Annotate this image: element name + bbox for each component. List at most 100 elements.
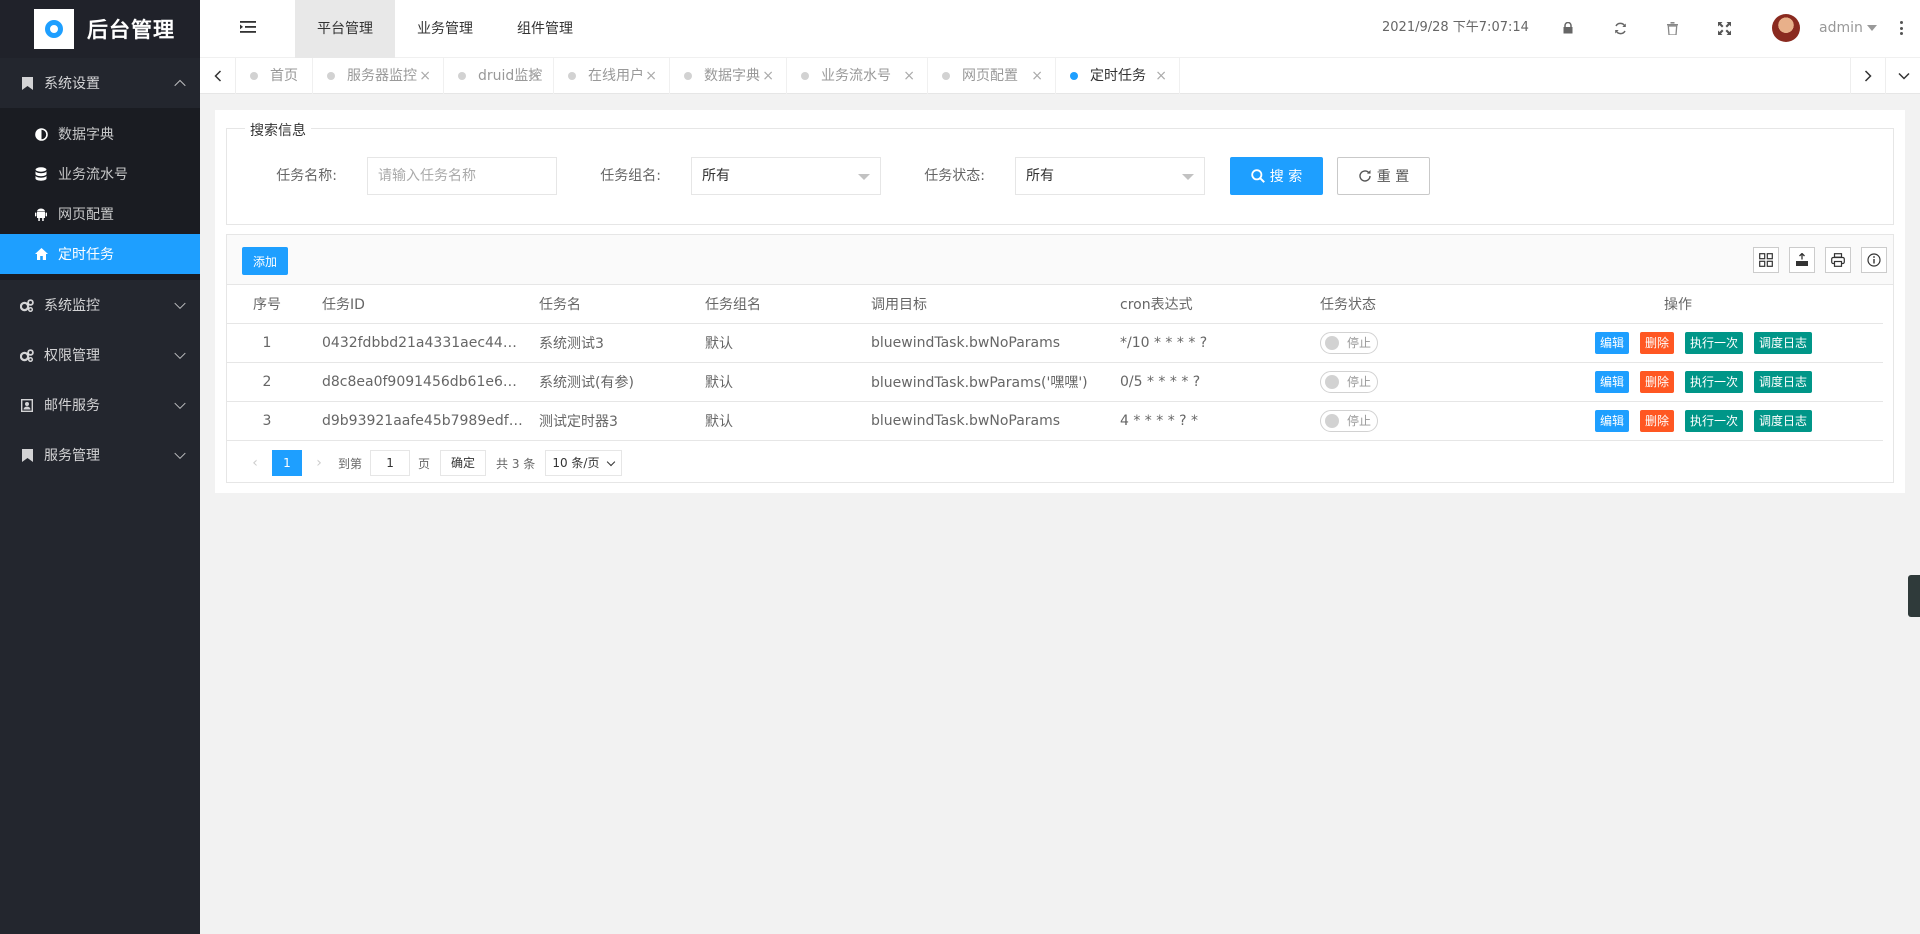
next-page-icon[interactable]: › xyxy=(306,450,332,476)
page-unit-label: 页 xyxy=(418,456,431,471)
status-toggle-label: 停止 xyxy=(1347,374,1372,389)
run-once-button[interactable]: 执行一次 xyxy=(1685,409,1744,432)
edit-button[interactable]: 编辑 xyxy=(1595,409,1630,432)
sidebar-group-mail-service[interactable]: 邮件服务 xyxy=(0,380,200,430)
tab-server-monitor[interactable]: 服务器监控 × xyxy=(313,58,444,94)
fullscreen-icon[interactable] xyxy=(1716,20,1732,36)
table-toolbar: 添加 xyxy=(227,235,1893,285)
task-group-select[interactable]: 所有 xyxy=(691,157,881,195)
export-icon[interactable] xyxy=(1789,247,1815,273)
sidebar-item-scheduled-tasks[interactable]: 定时任务 xyxy=(0,234,200,274)
user-name[interactable]: admin xyxy=(1819,0,1863,56)
status-toggle-label: 停止 xyxy=(1347,413,1372,428)
actions-cell: 编辑 删除 执行一次 调度日志 xyxy=(1473,362,1883,402)
caret-down-icon[interactable] xyxy=(1867,25,1877,31)
column-header: 任务ID xyxy=(307,285,524,324)
sidebar-group-service-management[interactable]: 服务管理 xyxy=(0,430,200,480)
table-cell: 默认 xyxy=(690,323,856,363)
task-name-input[interactable]: 请输入任务名称 xyxy=(367,157,557,195)
tab-home[interactable]: 首页 xyxy=(236,58,313,94)
info-icon[interactable] xyxy=(1861,247,1887,273)
table-cell: 系统测试3 xyxy=(524,323,690,363)
search-panel: 搜索信息 任务名称: 请输入任务名称 任务组名: 所有 任务状态: 所有 搜 索… xyxy=(226,120,1894,225)
sidebar-group-permissions[interactable]: 权限管理 xyxy=(0,330,200,380)
tab-web-config[interactable]: 网页配置 × xyxy=(928,58,1056,94)
chevron-down-icon xyxy=(858,174,870,180)
avatar[interactable] xyxy=(1772,14,1800,42)
tabs-scroll-right-icon[interactable] xyxy=(1850,58,1886,94)
tab-dot-icon xyxy=(1070,72,1078,80)
top-tab-platform[interactable]: 平台管理 xyxy=(295,0,395,58)
add-task-button[interactable]: 添加 xyxy=(242,247,288,275)
task-status-select[interactable]: 所有 xyxy=(1015,157,1205,195)
sidebar-item-serial-number[interactable]: 业务流水号 xyxy=(0,154,200,194)
sidebar-submenu: 数据字典 业务流水号 网页配置 定时任务 xyxy=(0,108,200,280)
close-icon[interactable]: × xyxy=(1155,58,1167,94)
schedule-log-button[interactable]: 调度日志 xyxy=(1754,370,1813,393)
chevron-down-icon xyxy=(174,347,186,360)
more-vertical-icon[interactable] xyxy=(1900,21,1904,35)
schedule-log-button[interactable]: 调度日志 xyxy=(1754,331,1813,354)
prev-page-icon[interactable]: ‹ xyxy=(242,450,268,476)
edit-button[interactable]: 编辑 xyxy=(1595,331,1630,354)
tabs-dropdown-icon[interactable] xyxy=(1886,58,1920,94)
close-icon[interactable]: × xyxy=(645,58,657,94)
edit-button[interactable]: 编辑 xyxy=(1595,370,1630,393)
tab-label: 网页配置 xyxy=(962,68,1018,84)
delete-button[interactable]: 删除 xyxy=(1640,370,1675,393)
lock-icon[interactable] xyxy=(1560,20,1576,36)
delete-button[interactable]: 删除 xyxy=(1640,409,1675,432)
gears-icon xyxy=(20,348,34,362)
tab-data-dictionary[interactable]: 数据字典 × xyxy=(670,58,787,94)
sidebar-item-data-dictionary[interactable]: 数据字典 xyxy=(0,114,200,154)
refresh-icon[interactable] xyxy=(1612,20,1628,36)
sidebar-group-system-settings[interactable]: 系统设置 xyxy=(0,58,200,108)
status-cell: 停止 xyxy=(1305,362,1473,402)
status-toggle-label: 停止 xyxy=(1347,335,1372,350)
table-cell: 1 xyxy=(227,323,307,363)
goto-page-input[interactable]: 1 xyxy=(370,450,411,476)
columns-filter-icon[interactable] xyxy=(1753,247,1779,273)
menu-toggle-icon[interactable] xyxy=(240,20,258,36)
status-toggle[interactable]: 停止 xyxy=(1320,331,1378,354)
logo[interactable]: 后台管理 xyxy=(0,0,200,58)
adjust-icon xyxy=(34,127,48,141)
page-size-select[interactable]: 10 条/页 xyxy=(545,450,623,476)
status-toggle[interactable]: 停止 xyxy=(1320,370,1378,393)
android-icon xyxy=(34,207,48,221)
delete-button[interactable]: 删除 xyxy=(1640,331,1675,354)
tab-label: 数据字典 xyxy=(704,68,760,84)
print-icon[interactable] xyxy=(1825,247,1851,273)
sidebar-group-label: 邮件服务 xyxy=(44,398,100,414)
chevron-down-icon xyxy=(174,297,186,310)
tab-serial-number[interactable]: 业务流水号 × xyxy=(787,58,928,94)
sidebar-group-system-monitor[interactable]: 系统监控 xyxy=(0,280,200,330)
current-page[interactable]: 1 xyxy=(272,450,302,476)
trash-icon[interactable] xyxy=(1664,20,1680,36)
top-tab-components[interactable]: 组件管理 xyxy=(495,0,595,58)
close-icon[interactable]: × xyxy=(1031,58,1043,94)
tab-online-users[interactable]: 在线用户 × xyxy=(554,58,670,94)
sidebar-item-web-config[interactable]: 网页配置 xyxy=(0,194,200,234)
run-once-button[interactable]: 执行一次 xyxy=(1685,370,1744,393)
status-toggle[interactable]: 停止 xyxy=(1320,409,1378,432)
sidebar: 后台管理 系统设置 数据字典 业务流水号 网页配置 定时任务 系统监控 权限管理… xyxy=(0,0,200,934)
search-button-label: 搜 索 xyxy=(1269,169,1303,185)
tab-label: 在线用户 xyxy=(588,68,644,84)
close-icon[interactable]: × xyxy=(903,58,915,94)
run-once-button[interactable]: 执行一次 xyxy=(1685,331,1744,354)
tab-scheduled-tasks[interactable]: 定时任务 × xyxy=(1056,58,1180,94)
reset-button[interactable]: 重 置 xyxy=(1337,157,1430,195)
top-tab-business[interactable]: 业务管理 xyxy=(395,0,495,58)
close-icon[interactable]: × xyxy=(419,58,431,94)
search-button[interactable]: 搜 索 xyxy=(1230,157,1323,195)
schedule-log-button[interactable]: 调度日志 xyxy=(1754,409,1813,432)
tabs-scroll-left-icon[interactable] xyxy=(200,58,236,94)
tab-druid-monitor[interactable]: druid监控 × xyxy=(444,58,554,94)
goto-confirm-button[interactable]: 确定 xyxy=(440,450,487,476)
close-icon[interactable]: × xyxy=(529,58,541,94)
side-panel-handle[interactable] xyxy=(1908,575,1920,617)
task-status-label: 任务状态: xyxy=(924,168,985,184)
close-icon[interactable]: × xyxy=(762,58,774,94)
table-cell: 4 * * * * ? * xyxy=(1105,401,1305,441)
